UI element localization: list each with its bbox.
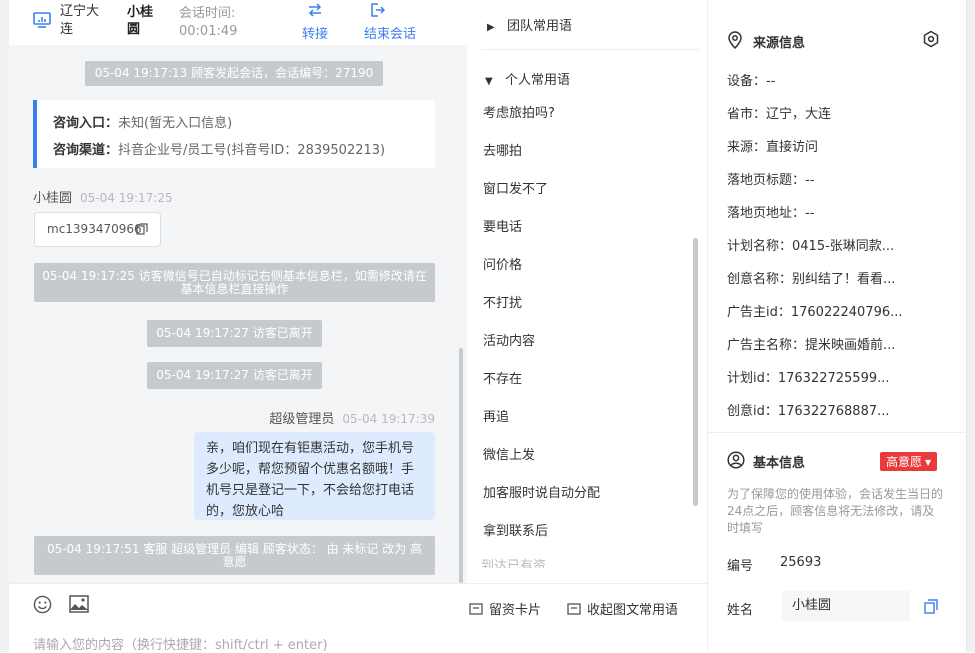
agent-sender-name: 超级管理员 [269,412,335,427]
personal-phrases-group[interactable]: ▼ 个人常用语 [485,69,570,88]
system-message: 05-04 19:17:51 客服 超级管理员 编辑 顾客状态： 由 未标记 改… [34,536,435,575]
visitor-msg-time: 05-04 19:17:25 [80,191,173,205]
caret-right-icon: ▶ [487,22,495,33]
consult-entry-row: 咨询入口：未知(暂无入口信息) [53,112,232,131]
phrase-item[interactable]: 考虑旅拍吗? [483,102,555,121]
customer-name-label: 姓名 [727,603,754,618]
session-time: 00:01:49 [179,24,238,39]
source-province: 省市：辽宁，大连 [727,107,832,122]
system-message: 05-04 19:17:27 访客已离开 [147,320,322,347]
message-composer: 请输入您的内容（换行快捷键：shift/ctrl + enter) [9,583,467,653]
transfer-icon [308,3,322,17]
status-badge-label: 高意愿 [886,455,923,469]
session-time-label: 会话时间: [179,6,236,21]
consult-entry-value: 未知(暂无入口信息) [118,116,233,131]
message-input[interactable]: 请输入您的内容（换行快捷键：shift/ctrl + enter) [33,634,328,653]
system-message: 05-04 19:17:27 访客已离开 [147,362,322,389]
system-message: 05-04 19:17:13 顾客发起会话，会话编号：27190 [85,61,383,86]
phrase-item[interactable]: 去哪拍 [483,140,522,159]
image-icon[interactable] [69,595,89,613]
edit-deadline-note: 为了保障您的使用体验，会话发生当日的24点之后，顾客信息将无法修改，请及时填写 [727,487,944,535]
consult-channel-label: 咨询渠道： [53,143,119,158]
copy-icon[interactable] [924,599,938,614]
exit-icon [371,3,385,17]
phrase-item-clipped[interactable]: 到达已有资料 [481,556,551,568]
collapse-phrases-button[interactable]: 收起图文常用语 [567,599,678,618]
lead-card-button[interactable]: 留资卡片 [469,599,541,618]
source-creative-id: 创意id：176322768887... [727,404,890,419]
agent-message[interactable]: 亲，咱们现在有钜惠活动，您手机号多少呢，帮您预留个优惠名额哦！手机号只是登记一下… [194,432,435,520]
consult-channel-value: 抖音企业号/员工号(抖音号ID：2839502213) [118,143,386,158]
consult-info-card: 咨询入口：未知(暂无入口信息) 咨询渠道：抖音企业号/员工号(抖音号ID：283… [33,100,435,168]
emoji-icon[interactable] [33,595,52,614]
phrase-item[interactable]: 加客服时说自动分配 [483,482,600,501]
consult-entry-label: 咨询入口： [53,116,119,131]
customer-info-panel: 来源信息 设备：-- 省市：辽宁，大连 来源：直接访问 落地页标题：-- 落地页… [708,0,975,652]
end-session-button[interactable]: 结束会话 [364,2,430,42]
phrase-item[interactable]: 不打扰 [483,292,522,311]
transfer-button[interactable]: 转接 [295,2,335,42]
phrases-scrollbar[interactable] [693,238,698,506]
phrase-item[interactable]: 要电话 [483,216,522,235]
quick-phrases-panel: ▶ 团队常用语 ▼ 个人常用语 考虑旅拍吗? 去哪拍 窗口发不了 要电话 问价格 不… [467,0,708,583]
agent-msg-time: 05-04 19:17:39 [342,412,435,426]
phrase-item[interactable]: 窗口发不了 [483,178,548,197]
visitor-city: 辽宁大连 [60,4,100,37]
source-origin: 来源：直接访问 [727,140,819,155]
phrase-item[interactable]: 活动内容 [483,330,535,349]
group-divider [481,49,699,50]
section-divider [708,432,966,433]
caret-down-icon: ▼ [925,458,932,467]
visitor-sender-name: 小桂圆 [33,191,73,206]
visitor-name: 小桂圆 [127,5,154,37]
phrase-item[interactable]: 问价格 [483,254,522,273]
chat-scrollbar[interactable] [459,348,463,583]
copy-icon[interactable] [136,223,148,235]
agent-sender: 超级管理员 05-04 19:17:39 [269,408,435,427]
source-advertiser-name: 广告主名称：提米映画婚前... [727,338,896,353]
location-pin-icon [728,31,742,49]
team-phrases-group[interactable]: ▶ 团队常用语 [487,15,572,34]
source-landing-url: 落地页地址：-- [727,206,815,221]
source-plan-name: 计划名称：0415-张琳同款... [727,239,895,254]
personal-phrases-label: 个人常用语 [505,73,571,88]
user-circle-icon [727,451,745,469]
basic-info-title: 基本信息 [753,456,806,471]
end-session-label: 结束会话 [364,27,417,42]
customer-id-value: 25693 [780,555,822,570]
customer-id-label: 编号 [727,559,754,574]
phrase-item[interactable]: 微信上发 [483,444,535,463]
source-info-title: 来源信息 [753,36,806,51]
visitor-message-text: mc1393470966 [47,222,142,236]
consult-channel-row: 咨询渠道：抖音企业号/员工号(抖音号ID：2839502213) [53,139,385,158]
collapse-phrases-label: 收起图文常用语 [587,603,679,618]
source-creative-name: 创意名称：别纠结了！看看... [727,272,896,287]
system-message: 05-04 19:17:25 访客微信号已自动标记右侧基本信息栏，如需修改请在基… [34,263,435,302]
card-icon [567,603,581,615]
card-icon [469,603,483,615]
right-edge-panel [966,0,975,652]
source-device: 设备：-- [727,74,776,89]
lead-card-label: 留资卡片 [489,603,542,618]
phrase-item[interactable]: 拿到联系后 [483,520,548,539]
phrase-item[interactable]: 不存在 [483,368,522,387]
visitor-sender: 小桂圆 05-04 19:17:25 [33,187,173,206]
phrase-tools-bar: 留资卡片 收起图文常用语 [467,583,708,653]
phrase-item[interactable]: 再追 [483,406,509,425]
source-advertiser-id: 广告主id：176022240796... [727,305,903,320]
visitor-message[interactable]: mc1393470966 [34,212,161,247]
monitor-icon [33,12,51,28]
customer-name-field[interactable]: 小桂圆 [782,591,910,621]
settings-icon[interactable] [922,30,940,48]
team-phrases-label: 团队常用语 [507,19,573,34]
source-landing-title: 落地页标题：-- [727,173,815,188]
status-badge[interactable]: 高意愿 ▼ [880,452,938,471]
chat-history[interactable]: 05-04 19:17:13 顾客发起会话，会话编号：27190 咨询入口：未知… [9,45,467,583]
source-plan-id: 计划id：176322725599... [727,371,890,386]
transfer-label: 转接 [301,27,328,42]
chat-header: 辽宁大连 小桂圆 会话时间: 00:01:49 转接 结束会话 [9,0,467,46]
caret-down-icon: ▼ [485,76,493,87]
